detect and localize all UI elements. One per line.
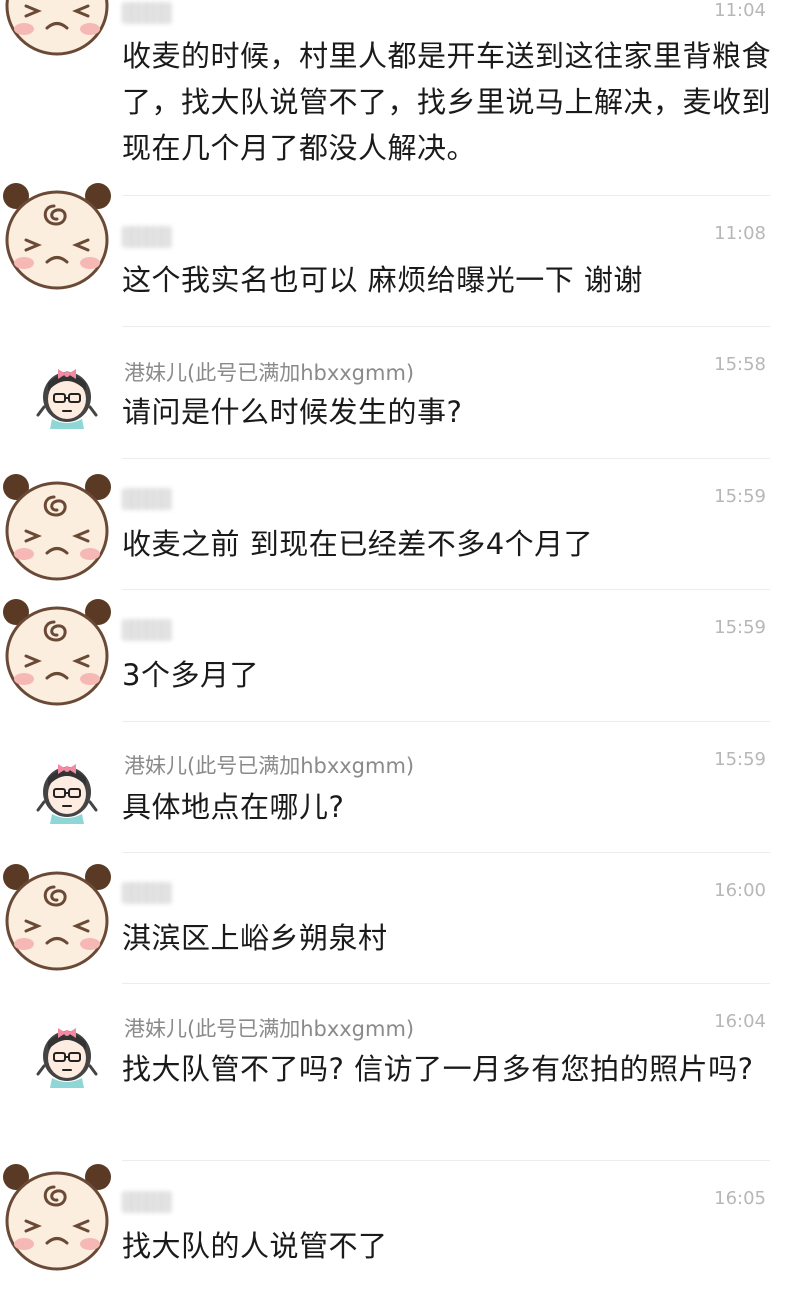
sender-name: 港妹儿(此号已满加hbxxgmm) xyxy=(124,754,415,778)
sender-name-blurred xyxy=(122,1191,172,1213)
sender-name-blurred xyxy=(122,226,172,248)
bear-face-avatar[interactable] xyxy=(2,863,112,975)
bear-face-avatar[interactable] xyxy=(2,182,112,294)
message-text: 收麦的时候，村里人都是开车送到这往家里背粮食了，找大队说管不了，找乡里说马上解决… xyxy=(122,39,772,165)
sender-name-blurred xyxy=(122,488,172,510)
sender-name: 港妹儿(此号已满加hbxxgmm) xyxy=(124,1017,415,1041)
message-text: 具体地点在哪儿? xyxy=(122,790,345,824)
message-text: 找大队管不了吗? 信访了一月多有您拍的照片吗? xyxy=(122,1052,754,1086)
sender-name-blurred xyxy=(122,2,172,24)
message-text: 收麦之前 到现在已经差不多4个月了 xyxy=(122,527,594,561)
girl-avatar[interactable] xyxy=(32,357,102,429)
message-time: 16:04 xyxy=(714,1011,766,1032)
message-time: 16:05 xyxy=(714,1188,766,1209)
bear-face-avatar[interactable] xyxy=(2,473,112,585)
message-item[interactable]: 港妹儿(此号已满加hbxxgmm) 15:59 具体地点在哪儿? xyxy=(0,722,800,853)
message-text: 找大队的人说管不了 xyxy=(122,1229,388,1263)
message-item[interactable]: 港妹儿(此号已满加hbxxgmm) 15:58 请问是什么时候发生的事? xyxy=(0,327,800,459)
message-time: 15:59 xyxy=(714,749,766,770)
message-item[interactable]: 16:05 找大队的人说管不了 xyxy=(0,1161,800,1290)
message-time: 15:59 xyxy=(714,486,766,507)
sender-name-blurred xyxy=(122,882,172,904)
message-time: 16:00 xyxy=(714,880,766,901)
sender-name: 港妹儿(此号已满加hbxxgmm) xyxy=(124,361,415,385)
message-text: 请问是什么时候发生的事? xyxy=(122,395,463,429)
message-text: 这个我实名也可以 麻烦给曝光一下 谢谢 xyxy=(122,263,643,297)
message-time: 11:08 xyxy=(714,223,766,244)
message-time: 15:59 xyxy=(714,617,766,638)
girl-avatar[interactable] xyxy=(32,752,102,824)
message-text: 3个多月了 xyxy=(122,658,259,692)
sender-name-blurred xyxy=(122,619,172,641)
message-time: 15:58 xyxy=(714,354,766,375)
message-item[interactable]: 15:59 3个多月了 xyxy=(0,590,800,722)
message-item[interactable]: 港妹儿(此号已满加hbxxgmm) 16:04 找大队管不了吗? 信访了一月多有… xyxy=(0,984,800,1161)
message-item[interactable]: 15:59 收麦之前 到现在已经差不多4个月了 xyxy=(0,459,800,590)
girl-avatar[interactable] xyxy=(32,1016,102,1088)
message-item[interactable]: 16:00 淇滨区上峪乡朔泉村 xyxy=(0,853,800,984)
message-time: 11:04 xyxy=(714,0,766,21)
bear-face-avatar[interactable] xyxy=(2,0,112,60)
bear-face-avatar[interactable] xyxy=(2,598,112,710)
message-item[interactable]: 11:08 这个我实名也可以 麻烦给曝光一下 谢谢 xyxy=(0,183,800,327)
bear-face-avatar[interactable] xyxy=(2,1163,112,1275)
message-item[interactable]: 11:04 收麦的时候，村里人都是开车送到这往家里背粮食了，找大队说管不了，找乡… xyxy=(0,0,800,196)
message-text: 淇滨区上峪乡朔泉村 xyxy=(122,921,388,955)
